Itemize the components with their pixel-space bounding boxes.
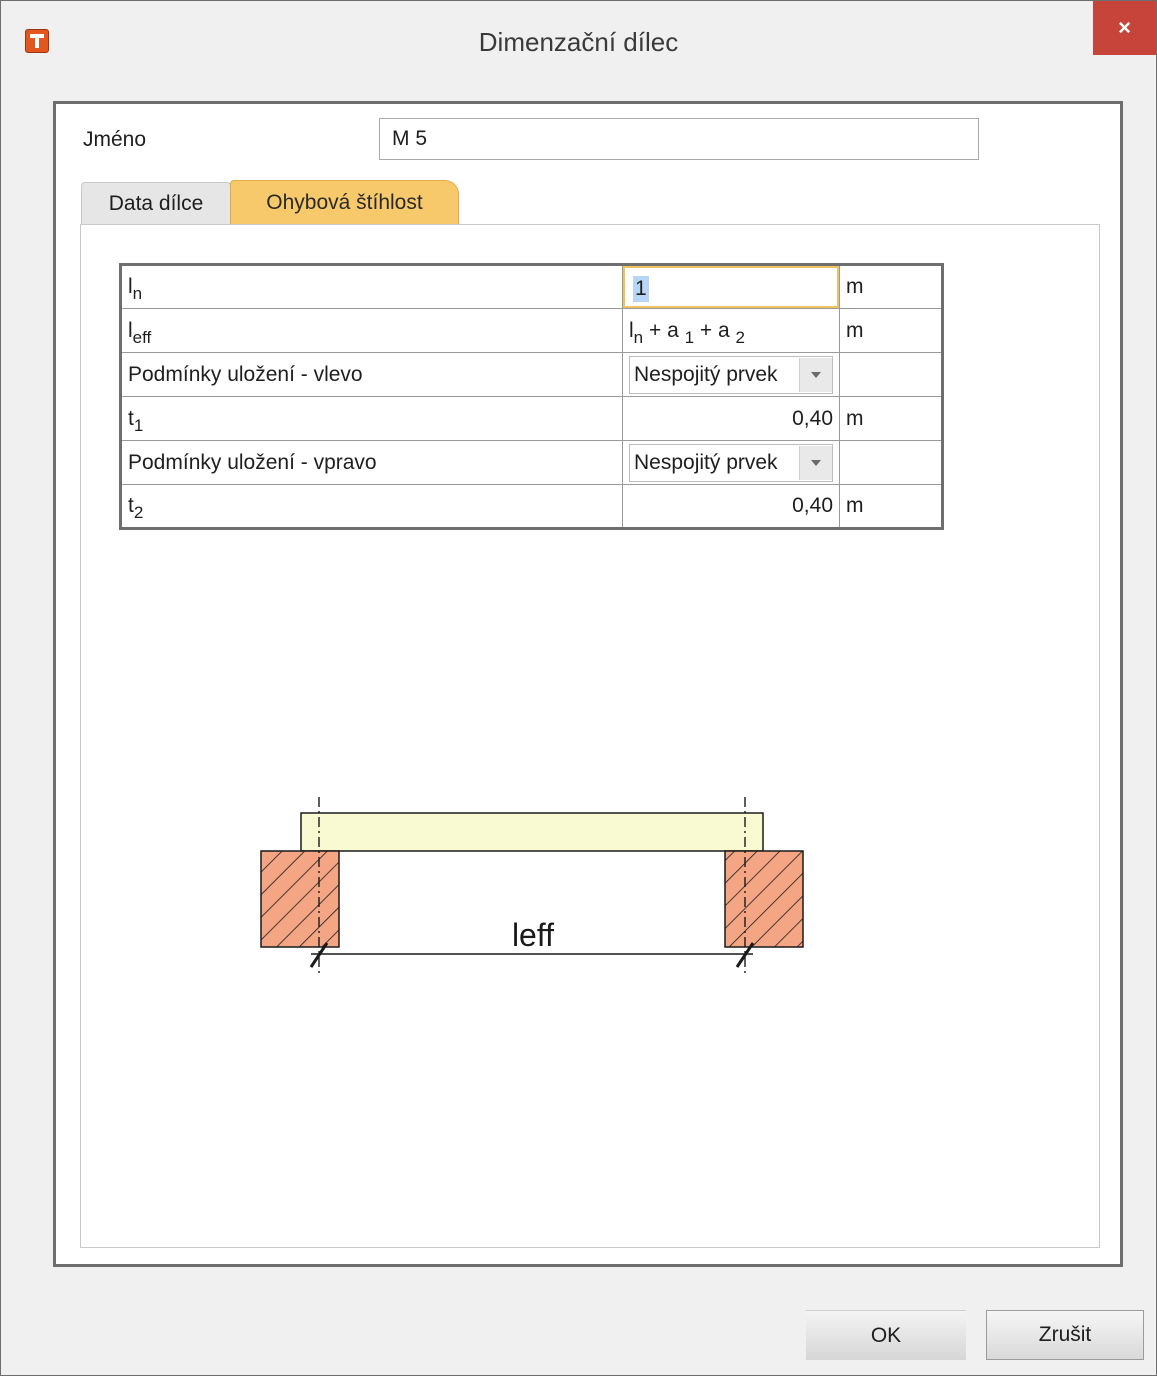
left-support-dropdown[interactable]: Nespojitý prvek [629, 355, 833, 394]
chevron-down-icon[interactable] [799, 445, 832, 480]
dialog-window: Dimenzační dílec × Jméno Data dílce Ohyb… [0, 0, 1157, 1376]
property-name: Podmínky uložení - vlevo [120, 352, 623, 397]
table-row: leff ln + a 1 + a 2 m [120, 308, 943, 353]
left-support-select[interactable]: Nespojitý prvek [622, 352, 840, 397]
window-title: Dimenzační dílec [478, 27, 679, 57]
unit-label: m [839, 396, 943, 441]
property-name: Podmínky uložení - vpravo [120, 440, 623, 485]
unit-label: m [839, 308, 943, 353]
ln-value-text: 1 [633, 276, 649, 302]
t2-value[interactable]: 0,40 [622, 484, 840, 529]
tab-data-dilce[interactable]: Data dílce [81, 182, 231, 224]
table-row: t2 0,40 m [120, 484, 943, 529]
beam [300, 812, 764, 852]
name-label: Jméno [83, 128, 147, 151]
cancel-label: Zrušit [1038, 1323, 1092, 1346]
ln-value-input[interactable]: 1 [622, 264, 840, 309]
table-row: t1 0,40 m [120, 396, 943, 441]
unit-label: m [839, 484, 943, 529]
table-row: ln 1 m [120, 264, 943, 309]
tab-label: Data dílce [108, 191, 204, 215]
ok-label: OK [870, 1323, 902, 1347]
table-row: Podmínky uložení - vpravo Nespojitý prve… [120, 440, 943, 485]
property-name: t2 [120, 484, 623, 529]
dropdown-value: Nespojitý prvek [634, 362, 778, 386]
leff-formula[interactable]: ln + a 1 + a 2 [622, 308, 840, 353]
unit-label [839, 352, 943, 397]
name-input[interactable] [379, 118, 979, 160]
dropdown-value: Nespojitý prvek [634, 450, 778, 474]
property-name: t1 [120, 396, 623, 441]
support-diagram: leff [260, 797, 804, 975]
chevron-down-icon[interactable] [799, 357, 832, 392]
close-button[interactable]: × [1093, 1, 1156, 55]
title-bar[interactable]: Dimenzační dílec × [1, 1, 1156, 83]
unit-label [839, 440, 943, 485]
left-support [260, 850, 340, 948]
t1-value[interactable]: 0,40 [622, 396, 840, 441]
right-support-select[interactable]: Nespojitý prvek [622, 440, 840, 485]
leff-label: leff [512, 917, 554, 953]
unit-label: m [839, 264, 943, 309]
property-name: leff [120, 308, 623, 353]
close-icon: × [1118, 15, 1131, 40]
properties-grid: ln 1 m leff ln + a 1 + a 2 m Podmínky ul… [119, 263, 944, 530]
property-name: ln [120, 264, 623, 309]
tab-ohybova-stihlost[interactable]: Ohybová štíhlost [230, 180, 459, 225]
tab-label: Ohybová štíhlost [266, 191, 423, 214]
table-row: Podmínky uložení - vlevo Nespojitý prvek [120, 352, 943, 397]
right-support-dropdown[interactable]: Nespojitý prvek [629, 443, 833, 482]
ok-button[interactable]: OK [806, 1310, 966, 1360]
ln-edit-box[interactable]: 1 [623, 266, 839, 308]
right-support [724, 850, 804, 948]
cancel-button[interactable]: Zrušit [986, 1310, 1144, 1360]
